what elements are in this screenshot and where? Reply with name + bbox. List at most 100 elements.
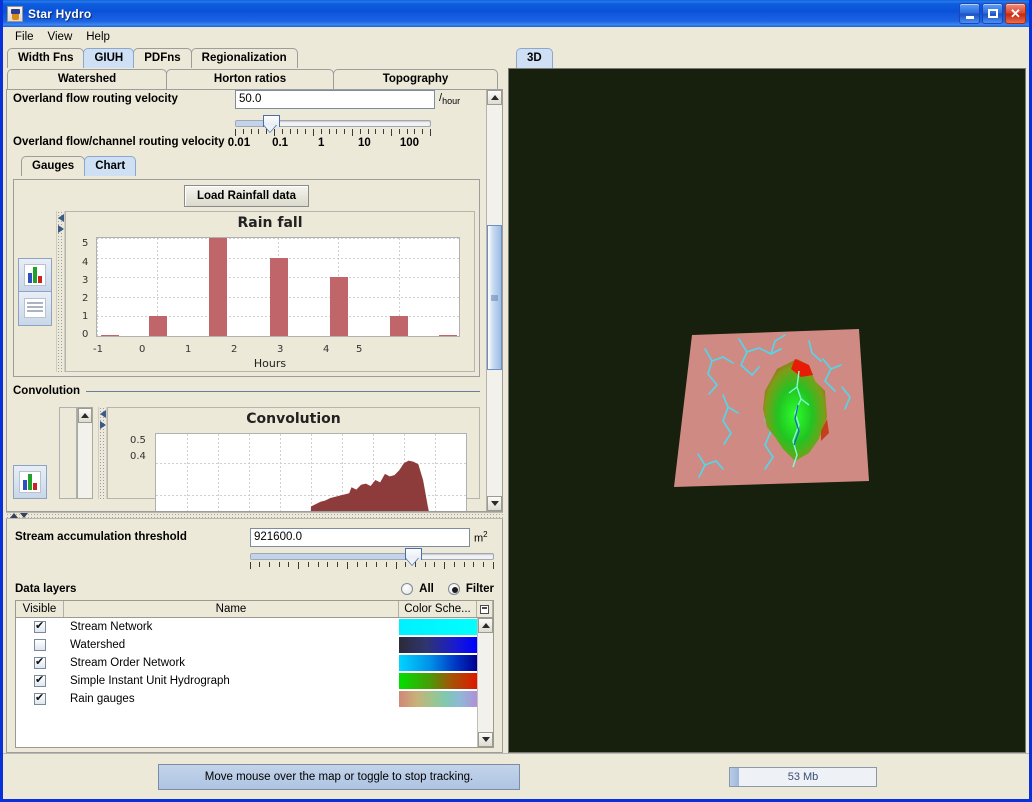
scroll-down-icon[interactable] [478, 732, 493, 747]
table-row[interactable]: Stream Network [16, 618, 477, 636]
overland-velocity-label: Overland flow routing velocity [13, 93, 178, 105]
scroll-track[interactable] [478, 633, 493, 732]
scroll-track-lower[interactable] [487, 370, 502, 496]
table-row[interactable]: Watershed [16, 636, 477, 654]
menu-item-help[interactable]: Help [79, 29, 117, 45]
visible-checkbox[interactable] [34, 619, 46, 633]
threshold-slider-track[interactable] [249, 553, 494, 560]
column-header-name[interactable]: Name [64, 601, 399, 617]
scroll-track-upper[interactable] [487, 105, 502, 225]
visible-checkbox[interactable] [34, 691, 46, 705]
minimize-button[interactable] [959, 3, 980, 24]
status-message-button[interactable]: Move mouse over the map or toggle to sto… [158, 763, 520, 790]
scroll-right-icon[interactable] [58, 225, 64, 233]
menu-item-file[interactable]: File [8, 29, 41, 45]
scroll-up-icon[interactable] [78, 408, 92, 423]
xtick-3: 3 [277, 344, 284, 355]
column-header-scheme[interactable]: Color Sche... [399, 601, 477, 617]
tab-chart[interactable]: Chart [84, 156, 137, 176]
color-scheme-swatch [399, 637, 477, 653]
visible-checkbox-cell[interactable] [16, 619, 64, 633]
table-vertical-scrollbar[interactable] [477, 618, 493, 747]
scroll-up-icon[interactable] [478, 618, 493, 633]
threshold-input[interactable] [250, 527, 470, 547]
table-view-icon[interactable] [18, 291, 52, 326]
view3d-tab-strip: 3D [508, 47, 1029, 68]
tab-pdfns[interactable]: PDFns [133, 48, 192, 68]
color-scheme-cell[interactable] [399, 673, 477, 689]
ratio-slider[interactable]: 0.01 0.1 1 10 100 [228, 115, 431, 151]
color-scheme-cell[interactable] [399, 691, 477, 707]
close-button[interactable]: ✕ [1005, 3, 1026, 24]
convolution-chart: Convolution 0.4 0.5 [107, 407, 480, 511]
scroll-right-icon[interactable] [100, 421, 106, 429]
color-scheme-cell[interactable] [399, 619, 477, 635]
color-scheme-swatch [399, 619, 477, 635]
split-collapse-up-icon[interactable] [10, 513, 18, 518]
layer-name: Stream Order Network [70, 657, 186, 669]
tab-regionalization[interactable]: Regionalization [190, 48, 298, 68]
convolution-vertical-scrollbar[interactable] [77, 407, 93, 499]
table-row[interactable]: Stream Order Network [16, 654, 477, 672]
split-pane-divider[interactable] [6, 512, 503, 519]
convolution-ytick-1: 0.5 [130, 435, 146, 446]
table-row[interactable]: Simple Instant Unit Hydrograph [16, 672, 477, 690]
tab-topography[interactable]: Topography [333, 69, 498, 89]
tab-watershed[interactable]: Watershed [7, 69, 167, 89]
menu-item-view[interactable]: View [41, 29, 80, 45]
visible-checkbox[interactable] [34, 673, 46, 687]
tab-giuh[interactable]: GIUH [83, 48, 135, 68]
visible-checkbox[interactable] [34, 655, 46, 669]
convolution-vertical-ticks[interactable] [59, 407, 77, 499]
radio-filter-label[interactable]: Filter [466, 583, 494, 595]
table-body: Stream Network Watershed Stream Order Ne [16, 618, 493, 747]
visible-checkbox[interactable] [34, 639, 46, 651]
tab-width-fns[interactable]: Width Fns [7, 48, 85, 68]
convolution-left-scrollbar[interactable] [98, 407, 107, 499]
title-bar: Star Hydro ✕ [3, 0, 1029, 27]
view3d-canvas[interactable] [508, 68, 1026, 753]
radio-all-label[interactable]: All [419, 583, 434, 595]
bar-hour-0 [148, 316, 167, 336]
overland-velocity-input[interactable] [235, 90, 435, 109]
table-column-options-button[interactable] [477, 601, 493, 617]
tab-3d[interactable]: 3D [516, 48, 553, 68]
scroll-left-icon[interactable] [100, 410, 106, 418]
color-scheme-cell[interactable] [399, 637, 477, 653]
tick-label-4: 100 [399, 137, 420, 149]
scroll-thumb[interactable] [487, 225, 502, 370]
chart-view-icon[interactable] [18, 257, 52, 292]
threshold-slider-thumb[interactable] [404, 548, 422, 566]
column-header-visible[interactable]: Visible [16, 601, 64, 617]
load-rainfall-data-button[interactable]: Load Rainfall data [183, 185, 310, 207]
threshold-slider[interactable] [249, 548, 494, 569]
rainfall-plot-area [96, 237, 460, 337]
visible-checkbox-cell[interactable] [16, 691, 64, 705]
ytick-1: 1 [82, 311, 89, 322]
filter-radio-group: All Filter [401, 583, 494, 595]
maximize-button[interactable] [982, 3, 1003, 24]
split-collapse-down-icon[interactable] [20, 513, 28, 518]
tab-horton-ratios[interactable]: Horton ratios [166, 69, 334, 89]
ytick-4: 4 [82, 257, 89, 268]
scroll-up-icon[interactable] [487, 90, 502, 105]
color-scheme-cell[interactable] [399, 655, 477, 671]
table-row[interactable]: Rain gauges [16, 690, 477, 708]
ratio-slider-thumb[interactable] [263, 115, 280, 133]
stream-threshold-panel: Stream accumulation threshold m2 [6, 519, 503, 753]
rainfall-chart-left-scrollbar[interactable] [56, 211, 65, 372]
radio-all[interactable] [401, 583, 414, 595]
scroll-left-icon[interactable] [58, 214, 64, 222]
scroll-down-icon[interactable] [487, 496, 502, 511]
visible-checkbox-cell[interactable] [16, 673, 64, 687]
tab-gauges[interactable]: Gauges [21, 156, 86, 176]
giuh-panel: Overland flow routing velocity /hour Ove… [6, 89, 503, 512]
close-icon: ✕ [1010, 6, 1021, 21]
ytick-0: 0 [82, 329, 89, 340]
visible-checkbox-cell[interactable] [16, 639, 64, 651]
giuh-vertical-scrollbar[interactable] [486, 90, 502, 511]
radio-filter[interactable] [447, 583, 460, 595]
memory-usage-gauge[interactable]: 53 Mb [729, 766, 877, 787]
convolution-chart-view-icon[interactable] [13, 465, 47, 499]
visible-checkbox-cell[interactable] [16, 655, 64, 669]
